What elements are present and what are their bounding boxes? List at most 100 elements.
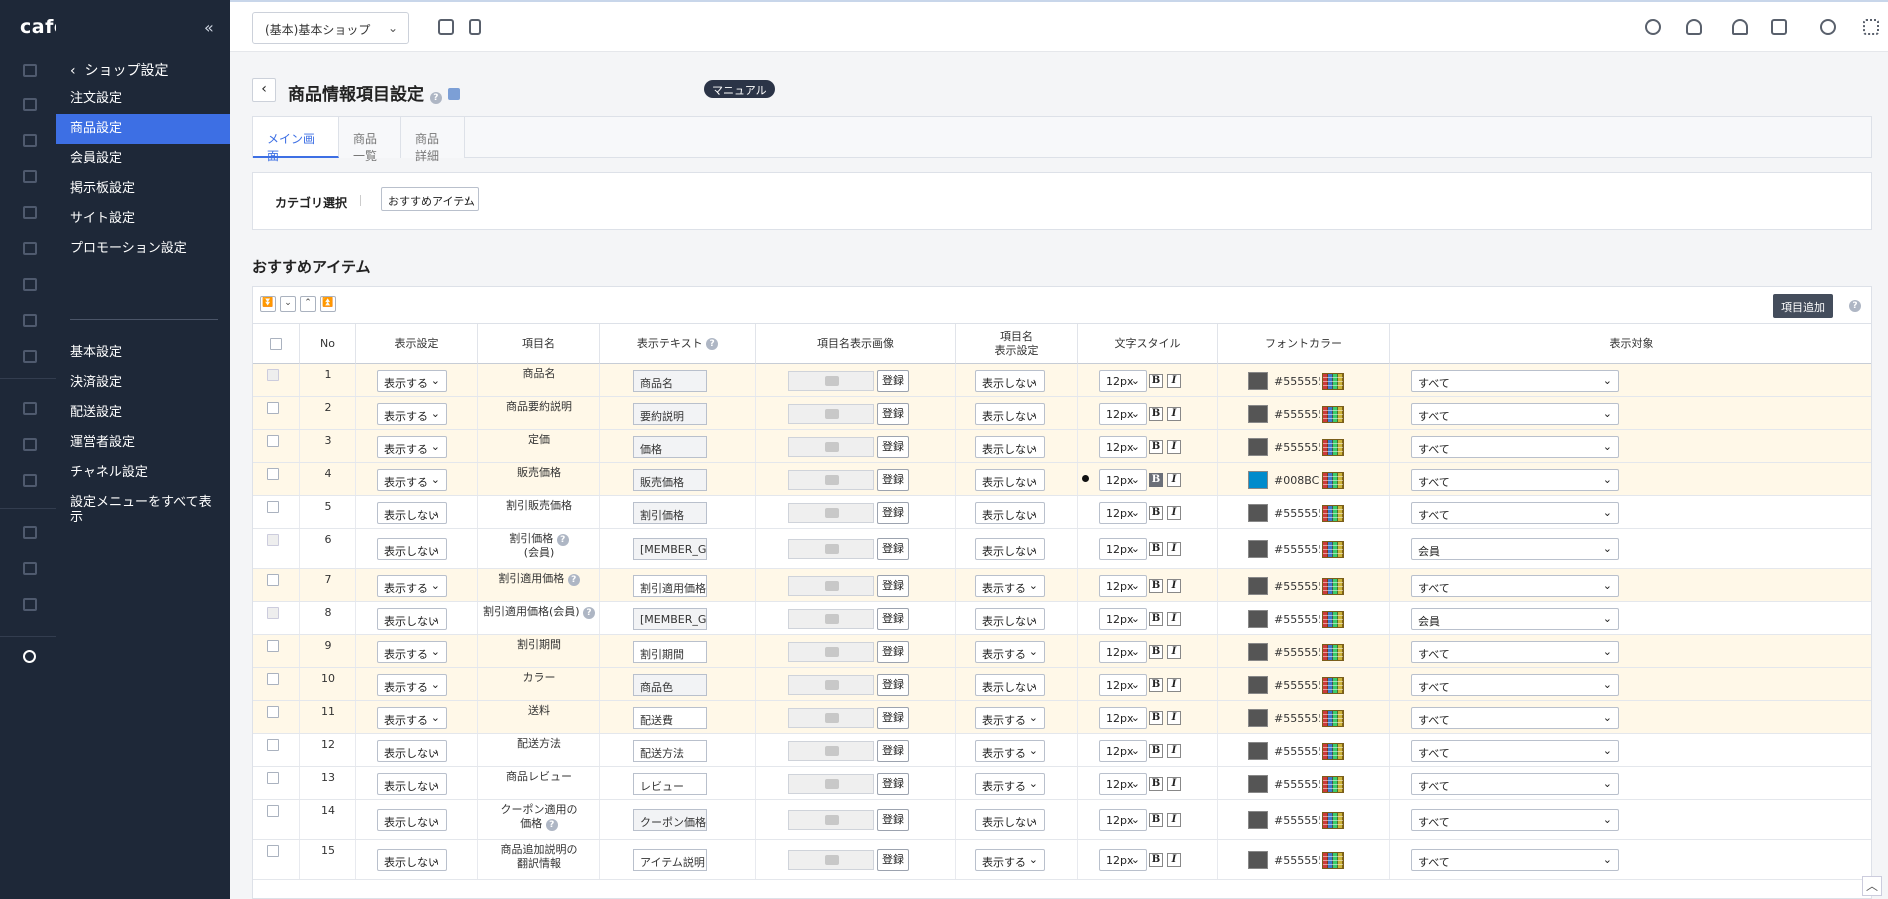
image-upload-field[interactable] xyxy=(788,642,874,662)
italic-toggle[interactable]: I xyxy=(1167,678,1181,692)
help-icon[interactable]: ? xyxy=(545,819,558,831)
display-text-input[interactable]: アイテム説明 xyxy=(633,849,707,871)
italic-toggle[interactable]: I xyxy=(1167,440,1181,454)
sidebar-item-1[interactable]: 商品設定 xyxy=(56,114,230,144)
bookmark-icon[interactable] xyxy=(1771,19,1787,35)
color-palette-icon[interactable] xyxy=(1322,710,1344,727)
target-select[interactable]: 会員 ⌄ xyxy=(1411,538,1619,560)
font-size-select[interactable]: 12px ⌄ xyxy=(1099,370,1147,392)
bold-toggle[interactable]: B xyxy=(1149,612,1163,626)
name-display-select[interactable]: 表示しない ⌄ xyxy=(975,469,1045,491)
register-button[interactable]: 登録 xyxy=(877,436,909,458)
display-text-input[interactable]: レビュー xyxy=(633,773,707,795)
display-text-input[interactable]: 商品色 xyxy=(633,674,707,696)
display-select[interactable]: 表示する ⌄ xyxy=(377,575,447,597)
register-button[interactable]: 登録 xyxy=(877,740,909,762)
mail-icon[interactable] xyxy=(23,278,37,291)
font-size-select[interactable]: 12px ⌄ xyxy=(1099,773,1147,795)
font-size-select[interactable]: 12px ⌄ xyxy=(1099,403,1147,425)
row-checkbox[interactable] xyxy=(267,805,279,817)
help-icon[interactable]: ? xyxy=(556,534,569,546)
tab-product-list[interactable]: 商品一覧 xyxy=(339,117,401,163)
italic-toggle[interactable]: I xyxy=(1167,579,1181,593)
bold-toggle[interactable]: B xyxy=(1149,542,1163,556)
row-checkbox[interactable] xyxy=(267,468,279,480)
name-display-select[interactable]: 表示しない ⌄ xyxy=(975,502,1045,524)
color-palette-icon[interactable] xyxy=(1322,644,1344,661)
font-size-select[interactable]: 12px ⌄ xyxy=(1099,740,1147,762)
image-upload-field[interactable] xyxy=(788,609,874,629)
image-upload-field[interactable] xyxy=(788,774,874,794)
color-palette-icon[interactable] xyxy=(1322,406,1344,423)
row-checkbox[interactable] xyxy=(267,369,279,381)
row-checkbox[interactable] xyxy=(267,845,279,857)
board-icon[interactable] xyxy=(23,206,37,219)
color-swatch[interactable] xyxy=(1248,676,1268,694)
display-select[interactable]: 表示する ⌄ xyxy=(377,674,447,696)
row-checkbox[interactable] xyxy=(267,739,279,751)
user-icon[interactable] xyxy=(23,170,37,183)
color-palette-icon[interactable] xyxy=(1322,373,1344,390)
italic-toggle[interactable]: I xyxy=(1167,473,1181,487)
italic-toggle[interactable]: I xyxy=(1167,542,1181,556)
bold-toggle[interactable]: B xyxy=(1149,813,1163,827)
sidebar-item-4[interactable]: サイト設定 xyxy=(56,204,230,234)
bold-toggle[interactable]: B xyxy=(1149,473,1163,487)
target-select[interactable]: すべて ⌄ xyxy=(1411,370,1619,392)
add-item-button[interactable]: 項目追加 xyxy=(1773,294,1833,318)
tab-main[interactable]: メイン画面 xyxy=(253,117,339,163)
register-button[interactable]: 登録 xyxy=(877,403,909,425)
image-upload-field[interactable] xyxy=(788,503,874,523)
register-button[interactable]: 登録 xyxy=(877,641,909,663)
store-small-icon[interactable] xyxy=(447,88,460,100)
display-select[interactable]: 表示する ⌄ xyxy=(377,370,447,392)
image-upload-field[interactable] xyxy=(788,576,874,596)
image-upload-field[interactable] xyxy=(788,470,874,490)
sidebar-item2-1[interactable]: 決済設定 xyxy=(56,368,230,398)
italic-toggle[interactable]: I xyxy=(1167,612,1181,626)
help-icon[interactable]: ? xyxy=(429,92,442,104)
help-icon[interactable]: ? xyxy=(1849,300,1861,312)
target-select[interactable]: すべて ⌄ xyxy=(1411,849,1619,871)
image-upload-field[interactable] xyxy=(788,850,874,870)
name-display-select[interactable]: 表示する ⌄ xyxy=(975,740,1045,762)
name-display-select[interactable]: 表示する ⌄ xyxy=(975,849,1045,871)
target-select[interactable]: 会員 ⌄ xyxy=(1411,608,1619,630)
display-select[interactable]: 表示しない ⌄ xyxy=(377,740,447,762)
target-select[interactable]: すべて ⌄ xyxy=(1411,707,1619,729)
display-select[interactable]: 表示する ⌄ xyxy=(377,403,447,425)
font-size-select[interactable]: 12px ⌄ xyxy=(1099,674,1147,696)
apps-grid-icon[interactable] xyxy=(1863,19,1879,35)
italic-toggle[interactable]: I xyxy=(1167,813,1181,827)
target-select[interactable]: すべて ⌄ xyxy=(1411,674,1619,696)
account-icon[interactable] xyxy=(1820,19,1836,35)
row-checkbox[interactable] xyxy=(267,534,279,546)
row-checkbox[interactable] xyxy=(267,772,279,784)
italic-toggle[interactable]: I xyxy=(1167,506,1181,520)
shop-select[interactable]: (基本)基本ショップ ⌄ xyxy=(252,12,409,44)
sidebar-item2-3[interactable]: 運営者設定 xyxy=(56,428,230,458)
help-icon[interactable]: ? xyxy=(706,337,719,350)
report-icon[interactable] xyxy=(23,350,37,363)
name-display-select[interactable]: 表示しない ⌄ xyxy=(975,538,1045,560)
color-swatch[interactable] xyxy=(1248,540,1268,558)
name-display-select[interactable]: 表示する ⌄ xyxy=(975,641,1045,663)
color-palette-icon[interactable] xyxy=(1322,472,1344,489)
channel-icon[interactable] xyxy=(23,474,37,487)
megaphone-icon[interactable] xyxy=(23,438,37,451)
apps-icon[interactable] xyxy=(23,526,37,539)
font-size-select[interactable]: 12px ⌄ xyxy=(1099,809,1147,831)
register-button[interactable]: 登録 xyxy=(877,809,909,831)
register-button[interactable]: 登録 xyxy=(877,849,909,871)
color-palette-icon[interactable] xyxy=(1322,578,1344,595)
italic-toggle[interactable]: I xyxy=(1167,777,1181,791)
color-swatch[interactable] xyxy=(1248,610,1268,628)
target-select[interactable]: すべて ⌄ xyxy=(1411,575,1619,597)
shop-settings-back-link[interactable]: ‹ ショップ設定 xyxy=(70,60,169,80)
target-select[interactable]: すべて ⌄ xyxy=(1411,469,1619,491)
headset-icon[interactable] xyxy=(1686,19,1702,35)
bold-toggle[interactable]: B xyxy=(1149,407,1163,421)
display-text-input[interactable]: [MEMBER_GR xyxy=(633,538,707,560)
tab-product-detail[interactable]: 商品詳細 xyxy=(401,117,465,163)
image-upload-field[interactable] xyxy=(788,741,874,761)
